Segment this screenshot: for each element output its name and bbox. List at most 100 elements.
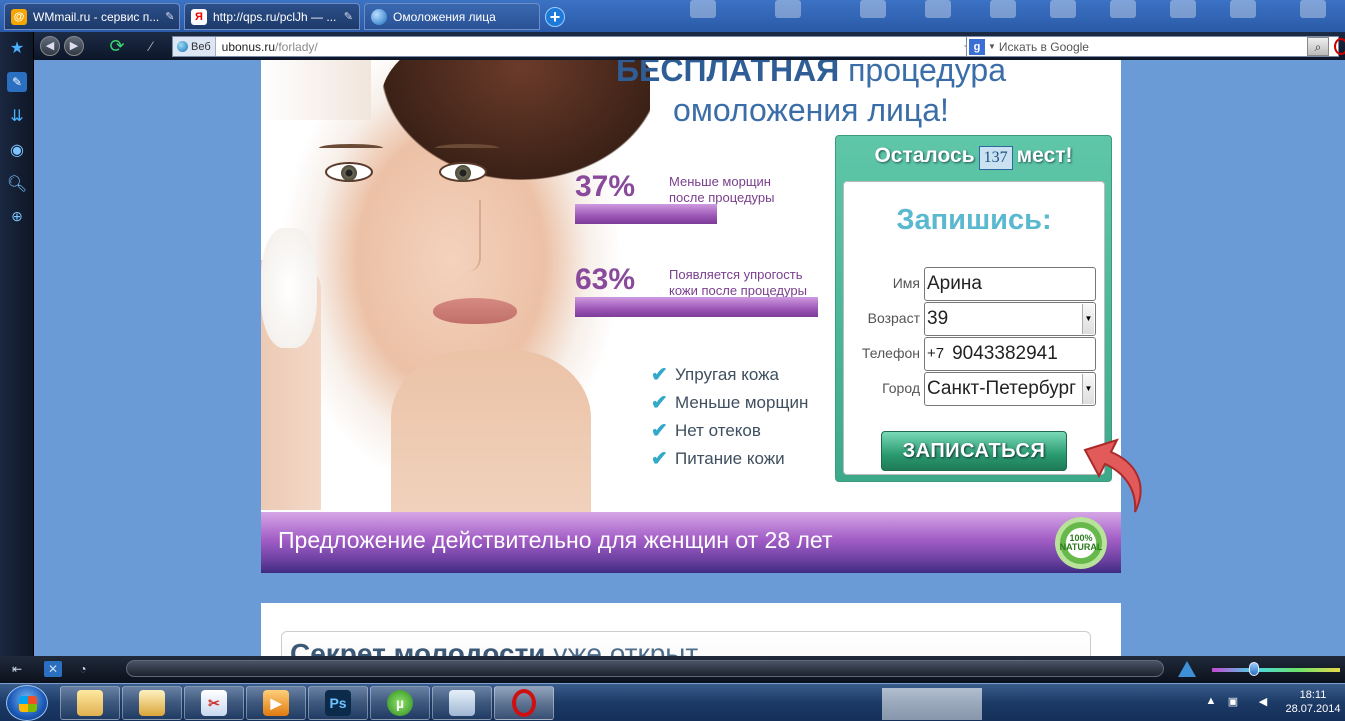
tab-omolozheniya[interactable]: Омоложения лица bbox=[364, 3, 540, 30]
url-text: ubonus.ru/forlady/ bbox=[216, 40, 318, 54]
chevron-down-icon[interactable]: ▼ bbox=[1082, 304, 1094, 334]
add-panel-icon[interactable]: ⊕ bbox=[7, 206, 27, 226]
wmmail-icon: @ bbox=[11, 8, 27, 25]
age-label: Возраст bbox=[867, 310, 920, 326]
browser-tab-strip: @ WMmail.ru - сервис п... ✎ Я http://qps… bbox=[0, 0, 1345, 32]
desktop-shortcut-icon bbox=[1040, 0, 1086, 30]
stat-percent: 63% bbox=[575, 263, 636, 296]
name-field[interactable]: Арина bbox=[924, 267, 1096, 301]
remaining-places: Осталось 137 мест! bbox=[836, 144, 1111, 170]
eye-right bbox=[439, 162, 487, 182]
phone-row: Телефон +7 9043382941 bbox=[844, 337, 1104, 371]
headline-line2: омоложения лица! bbox=[673, 92, 949, 128]
downloads-icon[interactable]: ⇊ bbox=[7, 106, 27, 126]
phone-label: Телефон bbox=[861, 345, 920, 361]
city-row: Город Санкт-Петербург ▼ bbox=[844, 372, 1104, 406]
google-icon[interactable]: g bbox=[969, 38, 985, 55]
tab-label: Омоложения лица bbox=[393, 9, 496, 24]
horizontal-scrollbar[interactable] bbox=[126, 660, 1164, 677]
seal-text: 100% NATURAL bbox=[1059, 533, 1103, 552]
remaining-count: 137 bbox=[978, 146, 1013, 170]
stat-description: Меньше морщин после процедуры bbox=[669, 174, 774, 206]
explorer-icon bbox=[139, 690, 165, 716]
desktop-shortcut-icon bbox=[1160, 0, 1206, 30]
checkmark-icon: ✔ bbox=[651, 448, 668, 470]
taskbar-button[interactable] bbox=[60, 686, 120, 720]
stat-percent: 37% bbox=[575, 170, 636, 203]
popup-blocker-icon[interactable]: ✕ bbox=[44, 661, 62, 677]
phone-prefix: +7 bbox=[927, 345, 945, 362]
taskbar-button[interactable]: ✂ bbox=[184, 686, 244, 720]
notes-icon[interactable]: ✎ bbox=[7, 72, 27, 92]
tray-arrow-icon[interactable]: ▲ bbox=[1204, 695, 1218, 709]
lips-shape bbox=[433, 298, 517, 324]
chevron-down-icon[interactable]: ▼ bbox=[1082, 374, 1094, 404]
benefit-label: Питание кожи bbox=[675, 448, 785, 468]
remaining-suffix: мест! bbox=[1016, 144, 1073, 167]
taskbar-button[interactable] bbox=[122, 686, 182, 720]
desktop-shortcut-icon bbox=[915, 0, 961, 30]
age-select[interactable]: 39 ▼ bbox=[924, 302, 1096, 336]
eye-left bbox=[325, 162, 373, 182]
opera-sidebar: ★ ✎ ⇊ ◉ 🔍︎ ⊕ bbox=[0, 32, 34, 656]
turbo-icon[interactable]: ◔ bbox=[74, 661, 92, 677]
search-button[interactable]: ⌕ bbox=[1307, 37, 1329, 56]
taskbar-button-active[interactable] bbox=[494, 686, 554, 720]
view-icon[interactable] bbox=[1178, 661, 1196, 677]
form-body: Запишись: Имя Арина Возраст 39 ▼ Телефон … bbox=[843, 181, 1105, 475]
taskbar-button[interactable]: ▶ bbox=[246, 686, 306, 720]
yandex-icon: Я bbox=[191, 8, 207, 25]
phone-field[interactable]: +7 9043382941 bbox=[924, 337, 1096, 371]
chevron-down-icon[interactable]: ▼ bbox=[988, 42, 996, 51]
banner-text: Предложение действительно для женщин от … bbox=[278, 527, 833, 553]
zoom-slider[interactable] bbox=[1212, 668, 1340, 672]
stat-progress-bar bbox=[575, 297, 818, 317]
taskbar-button[interactable]: Ps bbox=[308, 686, 368, 720]
search-input[interactable]: g ▼ Искать в Google bbox=[966, 36, 1339, 57]
submit-button[interactable]: ЗАПИСАТЬСЯ bbox=[881, 431, 1067, 471]
reload-icon[interactable]: ⟳ bbox=[106, 36, 128, 56]
notepad-icon bbox=[449, 690, 475, 716]
signup-form: Осталось 137 мест! Запишись: Имя Арина Воз… bbox=[835, 135, 1112, 482]
eyebrow-right bbox=[435, 144, 499, 152]
volume-icon[interactable]: ◀ bbox=[1256, 695, 1270, 709]
new-tab-button[interactable]: + bbox=[545, 7, 565, 27]
secret-section: Секрет молодости уже открыт bbox=[261, 603, 1121, 656]
zoom-slider-handle[interactable] bbox=[1249, 662, 1259, 676]
cotton-pad-shape bbox=[261, 228, 317, 348]
start-button[interactable] bbox=[6, 685, 48, 721]
windows-taskbar: ✂ ▶ Ps µ ▲ ▣ ◀ 18:11 28.07.2014 bbox=[0, 683, 1345, 721]
taskbar-button[interactable]: µ bbox=[370, 686, 430, 720]
name-value: Арина bbox=[927, 273, 982, 294]
tab-qps[interactable]: Я http://qps.ru/pclJh — ... ✎ bbox=[184, 3, 360, 30]
benefit-item: ✔ Нет отеков bbox=[651, 418, 761, 443]
eyebrow-left bbox=[319, 144, 383, 152]
history-icon[interactable]: ◉ bbox=[7, 140, 27, 160]
stat-line1: Меньше морщин bbox=[669, 174, 771, 189]
clock[interactable]: 18:11 28.07.2014 bbox=[1283, 688, 1343, 716]
edit-icon[interactable]: ✎ bbox=[344, 10, 353, 23]
address-bar[interactable]: Веб ubonus.ru/forlady/ ★ bbox=[172, 36, 982, 57]
back-button[interactable]: ◀ bbox=[40, 36, 60, 56]
web-indicator: Веб bbox=[173, 37, 216, 56]
browser-status-bar: ⇤ ✕ ◔ bbox=[0, 656, 1345, 683]
city-select[interactable]: Санкт-Петербург ▼ bbox=[924, 372, 1096, 406]
section-heading: Секрет молодости уже открыт bbox=[290, 638, 698, 656]
opera-menu-icon[interactable] bbox=[1334, 38, 1345, 55]
wand-icon[interactable]: ⁄ bbox=[140, 36, 162, 56]
tab-label: WMmail.ru - сервис п... bbox=[33, 9, 160, 24]
photoshop-icon: Ps bbox=[325, 690, 351, 716]
forward-button[interactable]: ▶ bbox=[64, 36, 84, 56]
tab-label: http://qps.ru/pclJh — ... bbox=[213, 9, 337, 24]
name-label: Имя bbox=[892, 275, 920, 291]
tab-wmmail[interactable]: @ WMmail.ru - сервис п... ✎ bbox=[4, 3, 180, 30]
bookmarks-star-icon[interactable]: ★ bbox=[7, 38, 27, 58]
network-icon[interactable]: ▣ bbox=[1226, 695, 1240, 709]
taskbar-button[interactable] bbox=[432, 686, 492, 720]
edit-icon[interactable]: ✎ bbox=[165, 10, 174, 23]
desktop-shortcut-icon bbox=[1100, 0, 1146, 30]
search-icon[interactable]: 🔍︎ bbox=[7, 174, 27, 194]
panel-toggle-icon[interactable]: ⇤ bbox=[8, 661, 26, 677]
age-value: 39 bbox=[927, 308, 949, 329]
name-row: Имя Арина bbox=[844, 267, 1104, 301]
